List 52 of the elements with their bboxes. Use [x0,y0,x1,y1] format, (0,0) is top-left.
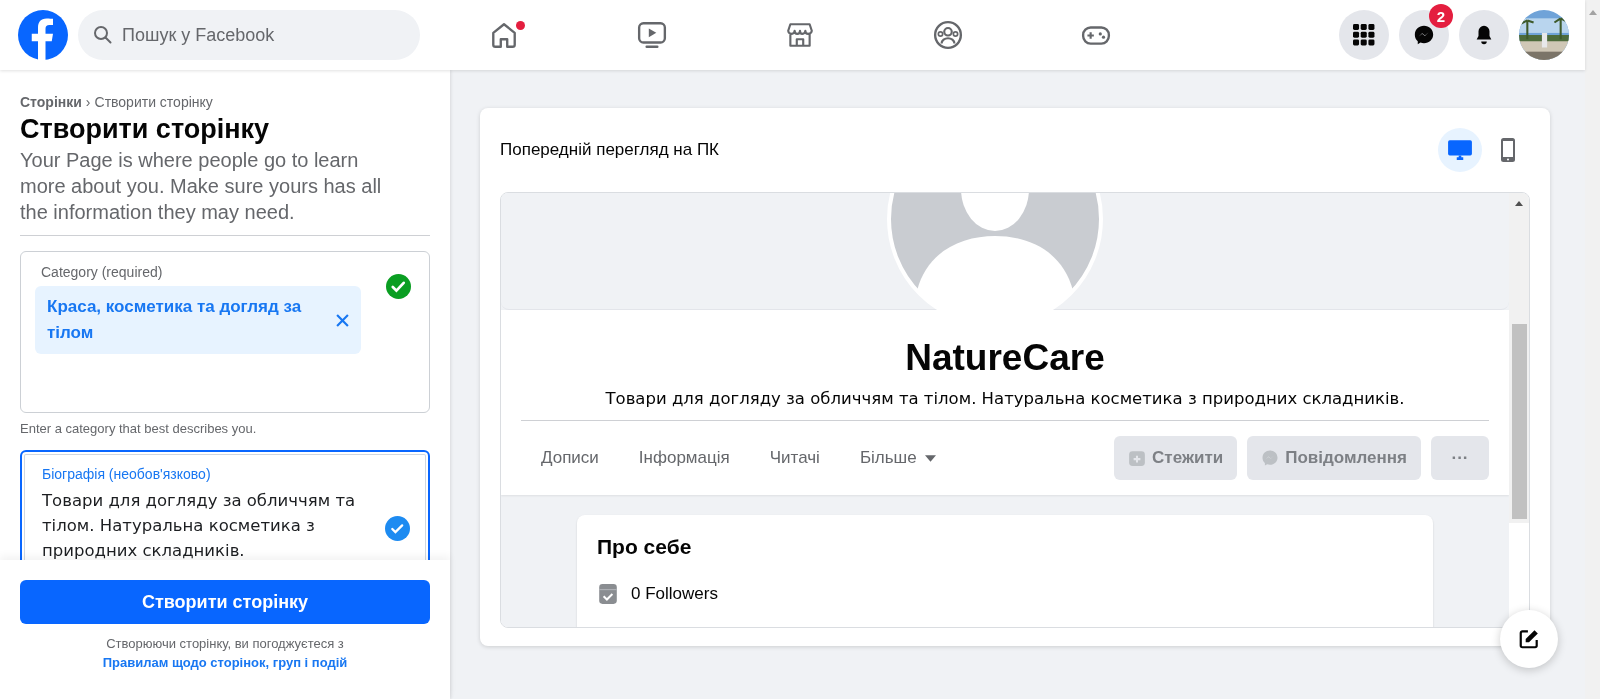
page-tab[interactable]: Читачі [769,448,820,468]
compose-button[interactable] [1500,610,1558,668]
terms-text: Створюючи сторінку, ви погоджуєтеся з Правилам щодо сторінок, груп і подій [101,635,349,672]
field-label: Category (required) [41,264,164,280]
messenger-button[interactable] [1399,10,1449,60]
desktop-view-button[interactable] [1438,128,1482,172]
category-name: Краса, косметика та догляд за тілом [47,296,303,344]
follow-button[interactable]: Стежити [1114,436,1238,480]
preview-title: Попередній перегляд на ПК [500,140,720,160]
menu-button[interactable] [1339,10,1389,60]
messenger-icon [1413,24,1435,46]
bio-text: Товари для догляду за обличчям та тілом. Натуральна косметика з природних складників. [42,490,357,560]
breadcrumb-item[interactable]: Сторінки [20,94,82,110]
breadcrumb-item: Створити сторінку [94,94,213,110]
messenger-icon [1261,449,1280,467]
policy-link[interactable]: Правилам щодо сторінок, груп і подій [102,655,348,670]
field-hint: Enter a category that best describes you. [20,421,258,436]
shop-icon [785,20,815,50]
facebook-logo[interactable] [18,10,68,60]
edit-icon [1518,628,1540,650]
chevron-icon: › [85,94,91,110]
description: Your Page is where people go to learn more about you. Make sure yours has all the information they may need. [20,148,383,225]
page-name: NatureCare [905,337,1105,379]
notification-count: 2 [1429,4,1453,28]
followers-icon [597,583,619,605]
follow-icon [1128,449,1147,467]
scrollbar[interactable] [1585,0,1600,699]
notification-dot [516,21,525,30]
video-icon [637,20,667,50]
create-page-button[interactable]: Створити сторінку [20,580,430,624]
search-icon [93,25,113,45]
page-tab[interactable]: Більше [859,448,917,468]
about-title: Про себе [597,535,693,559]
field-label: Біографія (необов'язково) [42,466,212,482]
page-tab[interactable]: Дописи [541,448,599,468]
groups-icon [933,20,963,50]
notifications-button[interactable] [1459,10,1509,60]
search-field[interactable]: Пошук у Facebook [78,10,420,60]
bio-field[interactable]: Біографія (необов'язково) Товари для догляду за обличчям та тілом. Натуральна косметика з природних складників. [20,450,430,560]
scrollbar[interactable] [1509,193,1529,523]
followers-count: 0 Followers [631,584,718,604]
page-title: Створити сторінку [20,114,271,145]
page-description: Товари для догляду за обличчям та тілом. Натуральна косметика з природних складників. [605,389,1405,408]
category-field[interactable]: Category (required) Краса, косметика та догляд за тілом [20,251,430,413]
page-tab[interactable]: Інформація [638,448,730,468]
grid-icon [1353,24,1375,46]
message-button[interactable]: Повідомлення [1247,436,1421,480]
home-icon [489,20,519,50]
more-button[interactable]: ··· [1431,436,1489,480]
close-icon[interactable] [336,313,349,327]
category-chip[interactable]: Краса, косметика та догляд за тілом [35,286,361,354]
monitor-icon [1447,137,1473,163]
